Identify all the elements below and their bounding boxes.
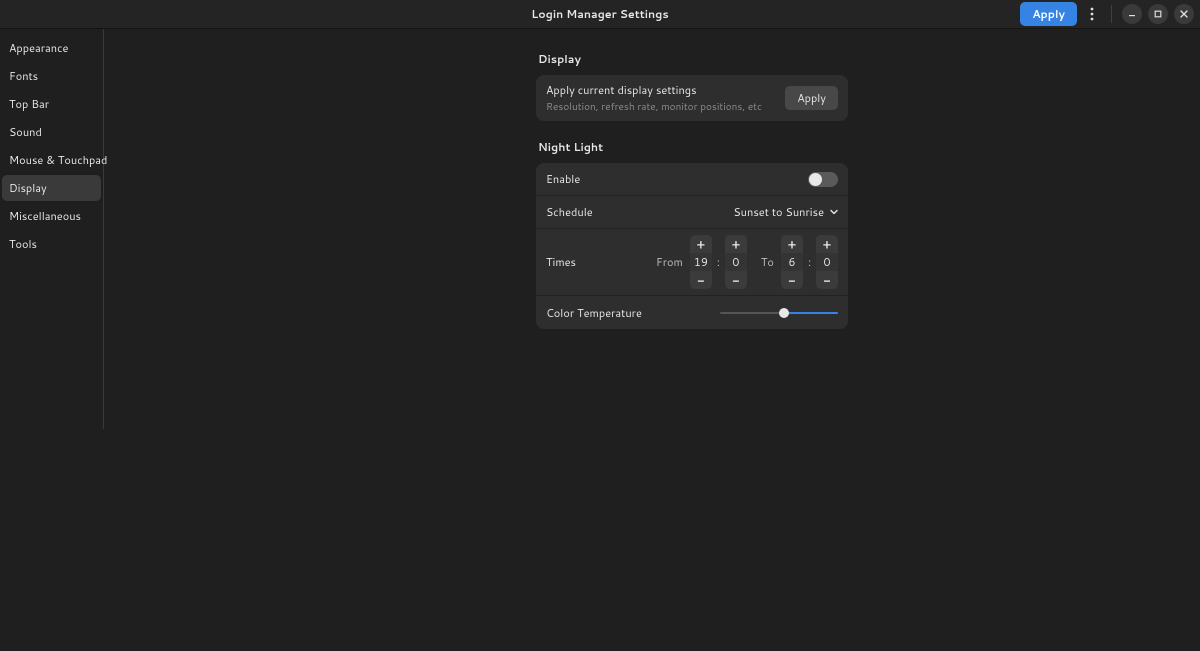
close-button[interactable] bbox=[1174, 4, 1194, 24]
plus-icon[interactable]: + bbox=[725, 235, 747, 253]
minus-icon[interactable]: − bbox=[725, 271, 747, 289]
plus-icon[interactable]: + bbox=[816, 235, 838, 253]
schedule-row: Schedule Sunset to Sunrise bbox=[536, 196, 848, 229]
to-cluster: To + 6 − : + 0 − bbox=[761, 235, 838, 289]
color-temp-row: Color Temperature bbox=[536, 296, 848, 329]
times-row: Times From + 19 − : bbox=[536, 229, 848, 296]
slider-thumb[interactable] bbox=[779, 308, 789, 318]
to-hour-value: 6 bbox=[781, 253, 803, 271]
toggle-knob bbox=[809, 173, 822, 186]
from-hour-spinner[interactable]: + 19 − bbox=[690, 235, 712, 289]
sidebar-item-display[interactable]: Display bbox=[2, 175, 101, 201]
apply-display-button[interactable]: Apply bbox=[785, 86, 838, 110]
to-hour-spinner[interactable]: + 6 − bbox=[781, 235, 803, 289]
menu-kebab-icon[interactable] bbox=[1083, 4, 1101, 24]
schedule-dropdown[interactable]: Sunset to Sunrise bbox=[733, 204, 838, 220]
apply-button-header[interactable]: Apply bbox=[1020, 2, 1077, 26]
color-temp-slider[interactable] bbox=[720, 306, 838, 320]
section-title-night-light: Night Light bbox=[538, 139, 848, 155]
enable-label: Enable bbox=[546, 171, 580, 187]
apply-display-sub: Resolution, refresh rate, monitor positi… bbox=[546, 100, 762, 114]
sidebar-item-top-bar[interactable]: Top Bar bbox=[2, 91, 101, 117]
from-hour-value: 19 bbox=[690, 253, 712, 271]
sidebar: Appearance Fonts Top Bar Sound Mouse & T… bbox=[0, 29, 104, 429]
apply-display-row: Apply current display settings Resolutio… bbox=[536, 75, 848, 121]
to-label: To bbox=[761, 254, 774, 270]
sidebar-item-appearance[interactable]: Appearance bbox=[2, 35, 101, 61]
sidebar-item-sound[interactable]: Sound bbox=[2, 119, 101, 145]
main-panel: Display Apply current display settings R… bbox=[104, 29, 1200, 651]
schedule-value: Sunset to Sunrise bbox=[733, 204, 824, 220]
minimize-button[interactable] bbox=[1122, 4, 1142, 24]
from-minute-value: 0 bbox=[725, 253, 747, 271]
colon: : bbox=[808, 254, 811, 270]
night-light-group: Enable Schedule Sunset to Sunrise bbox=[536, 163, 848, 329]
sidebar-item-fonts[interactable]: Fonts bbox=[2, 63, 101, 89]
apply-display-label: Apply current display settings bbox=[546, 82, 762, 98]
slider-fill bbox=[784, 312, 838, 314]
schedule-label: Schedule bbox=[546, 204, 593, 220]
enable-toggle[interactable] bbox=[808, 172, 838, 187]
from-minute-spinner[interactable]: + 0 − bbox=[725, 235, 747, 289]
minus-icon[interactable]: − bbox=[781, 271, 803, 289]
window-title: Login Manager Settings bbox=[531, 6, 668, 22]
separator bbox=[1111, 5, 1112, 23]
display-group: Apply current display settings Resolutio… bbox=[536, 75, 848, 121]
titlebar: Login Manager Settings Apply bbox=[0, 0, 1200, 29]
colon: : bbox=[717, 254, 720, 270]
to-minute-value: 0 bbox=[816, 253, 838, 271]
minus-icon[interactable]: − bbox=[690, 271, 712, 289]
plus-icon[interactable]: + bbox=[781, 235, 803, 253]
sidebar-item-tools[interactable]: Tools bbox=[2, 231, 101, 257]
enable-row: Enable bbox=[536, 163, 848, 196]
section-title-display: Display bbox=[538, 51, 848, 67]
plus-icon[interactable]: + bbox=[690, 235, 712, 253]
maximize-button[interactable] bbox=[1148, 4, 1168, 24]
times-label: Times bbox=[546, 254, 576, 270]
chevron-down-icon bbox=[830, 208, 838, 216]
sidebar-item-mouse-touchpad[interactable]: Mouse & Touchpad bbox=[2, 147, 101, 173]
to-minute-spinner[interactable]: + 0 − bbox=[816, 235, 838, 289]
from-label: From bbox=[656, 254, 683, 270]
color-temp-label: Color Temperature bbox=[546, 305, 642, 321]
minus-icon[interactable]: − bbox=[816, 271, 838, 289]
from-cluster: From + 19 − : + 0 − bbox=[656, 235, 747, 289]
sidebar-item-miscellaneous[interactable]: Miscellaneous bbox=[2, 203, 101, 229]
